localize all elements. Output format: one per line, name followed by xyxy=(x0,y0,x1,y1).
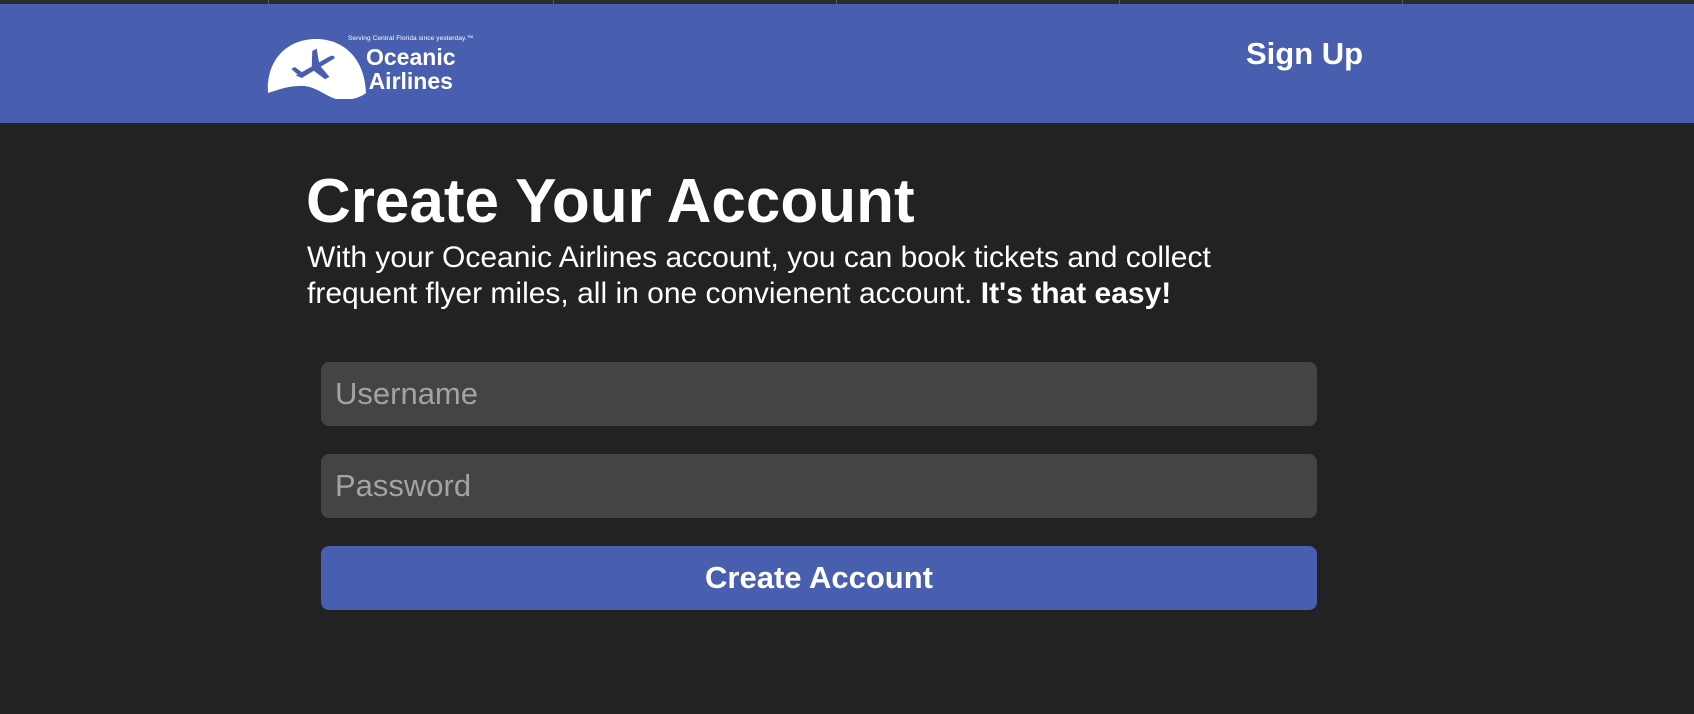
brand-name: Oceanic Airlines xyxy=(366,44,456,94)
page-title: Create Your Account xyxy=(306,167,915,236)
username-input[interactable] xyxy=(321,362,1317,426)
sign-up-link[interactable]: Sign Up xyxy=(1246,36,1363,72)
oceanic-airlines-logo[interactable]: Serving Central Florida since yesterday.… xyxy=(266,32,478,102)
page-description: With your Oceanic Airlines account, you … xyxy=(307,240,1307,312)
create-account-button[interactable]: Create Account xyxy=(321,546,1317,610)
password-input[interactable] xyxy=(321,454,1317,518)
site-header: Serving Central Florida since yesterday.… xyxy=(0,4,1694,123)
plane-globe-icon xyxy=(267,39,366,99)
logo-tagline: Serving Central Florida since yesterday.… xyxy=(348,35,474,42)
description-emphasis: It's that easy! xyxy=(980,277,1172,310)
